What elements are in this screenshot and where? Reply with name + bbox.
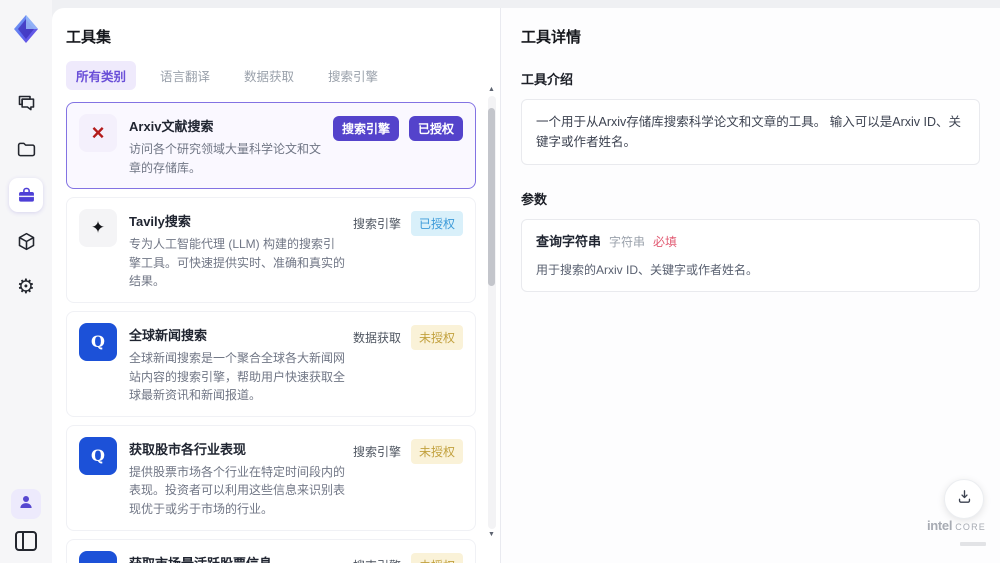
sidebar-item-packages[interactable] bbox=[9, 224, 43, 258]
tool-description: 全球新闻搜索是一个聚合全球各大新闻网站内容的搜索引擎，帮助用户快速获取全球最新资… bbox=[129, 350, 346, 403]
category-tab[interactable]: 语言翻译 bbox=[150, 61, 220, 90]
arxiv-icon: × bbox=[79, 114, 117, 152]
tool-name: 获取股市各行业表现 bbox=[129, 441, 247, 457]
briefcase-icon bbox=[16, 185, 37, 206]
tool-card[interactable]: ✦ Tavily搜索 专为人工智能代理 (LLM) 构建的搜索引擎工具。可快速提… bbox=[66, 197, 476, 303]
sidebar-item-files[interactable] bbox=[9, 132, 43, 166]
tool-card[interactable]: Q 获取股市各行业表现 提供股票市场各个行业在特定时间段内的表现。投资者可以利用… bbox=[66, 424, 476, 531]
category-tab[interactable]: 所有类别 bbox=[66, 61, 137, 90]
auth-status-badge: 未授权 bbox=[410, 438, 463, 464]
tool-badges: 数据获取 未授权 bbox=[353, 323, 463, 350]
category-tabs: 所有类别 语言翻译 数据获取 搜索引擎 bbox=[66, 61, 476, 90]
download-icon bbox=[956, 488, 973, 510]
scroll-up-icon[interactable]: ▲ bbox=[488, 86, 495, 94]
sidebar: ⚙ bbox=[0, 0, 52, 563]
tool-badges: 搜索引擎 未授权 bbox=[353, 551, 463, 563]
tool-badges: 搜索引擎 未授权 bbox=[353, 437, 463, 464]
category-badge: 数据获取 bbox=[352, 330, 401, 345]
auth-status-badge: 未授权 bbox=[410, 552, 463, 563]
cube-icon bbox=[16, 231, 37, 252]
brand-core-text: core bbox=[955, 518, 986, 533]
tool-detail-panel: 工具详情 工具介绍 一个用于从Arxiv存储库搜索科学论文和文章的工具。 输入可… bbox=[500, 8, 1000, 563]
tavily-star-icon: ✦ bbox=[79, 209, 117, 248]
auth-status-badge: 未授权 bbox=[410, 324, 463, 350]
tool-description: 提供股票市场各个行业在特定时间段内的表现。投资者可以利用这些信息来识别表现优于或… bbox=[129, 464, 346, 516]
tool-card-body: 获取市场最活跃股票信息 提供当天交易量最高的股票列表，投资者可以利用这些信息来识… bbox=[129, 551, 347, 563]
param-required-flag: 必填 bbox=[653, 235, 678, 249]
param-name: 查询字符串 bbox=[536, 234, 602, 249]
main-content: 工具集 所有类别 语言翻译 数据获取 搜索引擎 × Arxiv文献搜索 访问各个… bbox=[52, 8, 1000, 563]
list-scrollbar[interactable]: ▲ ▼ bbox=[486, 86, 497, 539]
category-badge: 搜索引擎 bbox=[352, 217, 401, 232]
tool-card-body: Tavily搜索 专为人工智能代理 (LLM) 构建的搜索引擎工具。可快速提供实… bbox=[129, 209, 347, 291]
scroll-down-icon[interactable]: ▼ bbox=[488, 531, 495, 539]
tool-icon-glyph: Q bbox=[91, 446, 105, 466]
param-description: 用于搜索的Arxiv ID、关键字或作者姓名。 bbox=[536, 262, 759, 277]
tool-list: × Arxiv文献搜索 访问各个研究领域大量科学论文和文章的存储库。 搜索引擎 … bbox=[66, 102, 476, 563]
tool-icon-glyph: × bbox=[91, 120, 105, 145]
search-q-icon: Q bbox=[79, 550, 117, 563]
app-window: ⚙ 工具集 所有类别 语言翻译 数据获取 搜索引擎 × Arxiv文献搜索 访问… bbox=[0, 0, 1000, 563]
param-card: 查询字符串 字符串 必填 用于搜索的Arxiv ID、关键字或作者姓名。 bbox=[521, 219, 980, 292]
sidebar-item-settings[interactable]: ⚙ bbox=[9, 270, 43, 304]
tool-name: Tavily搜索 bbox=[129, 214, 191, 230]
tool-name: 获取市场最活跃股票信息 bbox=[129, 553, 347, 563]
folder-icon bbox=[16, 139, 37, 160]
panel-toggle-icon[interactable] bbox=[15, 531, 37, 551]
user-avatar[interactable] bbox=[11, 489, 41, 519]
auth-status-badge: 已授权 bbox=[410, 211, 463, 237]
tool-badges: 搜索引擎 已授权 bbox=[332, 114, 463, 141]
params-list: 查询字符串 字符串 必填 用于搜索的Arxiv ID、关键字或作者姓名。 bbox=[521, 219, 980, 292]
intro-heading: 工具介绍 bbox=[521, 72, 574, 87]
intel-core-logo: intel core bbox=[927, 518, 986, 551]
tool-card[interactable]: Q 获取市场最活跃股票信息 提供当天交易量最高的股票列表，投资者可以利用这些信息… bbox=[66, 538, 476, 563]
search-q-icon: Q bbox=[79, 322, 117, 361]
tool-card[interactable]: × Arxiv文献搜索 访问各个研究领域大量科学论文和文章的存储库。 搜索引擎 … bbox=[66, 102, 476, 190]
category-tab[interactable]: 数据获取 bbox=[234, 61, 304, 90]
sidebar-item-tools[interactable] bbox=[9, 178, 43, 212]
tool-card-body: 全球新闻搜索 全球新闻搜索是一个聚合全球各大新闻网站内容的搜索引擎，帮助用户快速… bbox=[129, 323, 347, 405]
page-title: 工具集 bbox=[66, 29, 112, 46]
tool-name: 全球新闻搜索 bbox=[129, 327, 208, 343]
params-heading: 参数 bbox=[521, 192, 548, 207]
category-badge: 搜索引擎 bbox=[332, 116, 399, 141]
brand-underline-bar bbox=[960, 542, 986, 546]
tool-badges: 搜索引擎 已授权 bbox=[352, 209, 463, 237]
sidebar-item-chat[interactable] bbox=[9, 86, 43, 120]
param-type: 字符串 bbox=[609, 235, 646, 249]
tool-card[interactable]: Q 全球新闻搜索 全球新闻搜索是一个聚合全球各大新闻网站内容的搜索引擎，帮助用户… bbox=[66, 310, 476, 417]
chat-icon bbox=[16, 93, 37, 114]
category-tab[interactable]: 搜索引擎 bbox=[318, 61, 388, 90]
tool-intro-text: 一个用于从Arxiv存储库搜索科学论文和文章的工具。 输入可以是Arxiv ID… bbox=[521, 99, 980, 165]
search-q-icon: Q bbox=[79, 436, 117, 475]
scrollbar-track[interactable] bbox=[487, 96, 496, 529]
category-badge: 搜索引擎 bbox=[352, 444, 401, 459]
tool-name: Arxiv文献搜索 bbox=[129, 119, 214, 134]
brand-intel-text: intel bbox=[926, 518, 953, 533]
tool-card-body: Arxiv文献搜索 访问各个研究领域大量科学论文和文章的存储库。 bbox=[129, 114, 327, 177]
tool-card-body: 获取股市各行业表现 提供股票市场各个行业在特定时间段内的表现。投资者可以利用这些… bbox=[129, 437, 347, 519]
tool-icon-glyph: Q bbox=[91, 332, 105, 352]
tool-list-panel: 工具集 所有类别 语言翻译 数据获取 搜索引擎 × Arxiv文献搜索 访问各个… bbox=[52, 8, 500, 563]
scrollbar-thumb[interactable] bbox=[488, 108, 495, 286]
app-logo-icon bbox=[14, 15, 38, 43]
auth-status-badge: 已授权 bbox=[408, 116, 463, 141]
tool-description: 专为人工智能代理 (LLM) 构建的搜索引擎工具。可快速提供实时、准确和真实的结… bbox=[129, 237, 346, 289]
param-header-row: 查询字符串 字符串 必填 bbox=[536, 232, 965, 253]
tool-icon-glyph: ✦ bbox=[90, 218, 106, 238]
gear-icon: ⚙ bbox=[17, 276, 35, 298]
detail-title: 工具详情 bbox=[521, 29, 582, 46]
tool-description: 访问各个研究领域大量科学论文和文章的存储库。 bbox=[129, 142, 322, 175]
user-avatar-icon bbox=[17, 493, 35, 516]
category-badge: 搜索引擎 bbox=[353, 553, 401, 563]
download-button[interactable] bbox=[944, 479, 984, 519]
